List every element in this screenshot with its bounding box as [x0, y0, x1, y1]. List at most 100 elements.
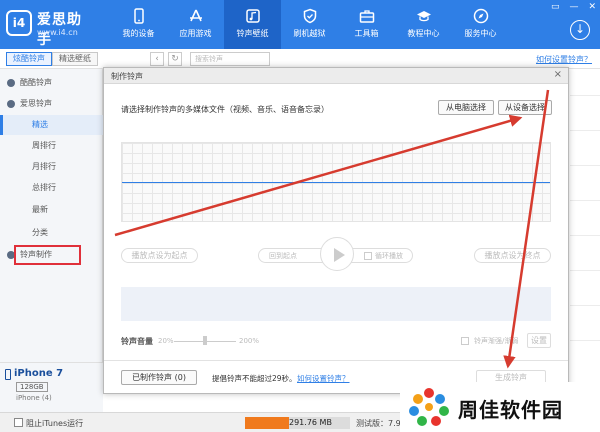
nav-label: 铃声壁纸 — [236, 29, 269, 38]
nav-tutorials[interactable]: 教程中心 — [395, 0, 452, 49]
sidebar-item-label: 月排行 — [32, 162, 56, 171]
sidebar-item-cool-ringtones[interactable]: 酷酷铃声 — [0, 73, 103, 93]
bell-icon — [7, 79, 15, 87]
dialog-titlebar: 制作铃声 × — [104, 68, 568, 84]
sidebar-item-label: 总排行 — [32, 183, 56, 192]
set-start-button[interactable]: 播放点设为起点 — [121, 248, 198, 263]
storage-bar: 291.76 MB — [245, 417, 350, 429]
volume-label: 铃声音量 — [121, 337, 153, 346]
duration-hint: 提倡铃声不能超过29秒。 — [212, 374, 297, 383]
bell-icon — [7, 100, 15, 108]
nav-toolbox[interactable]: 工具箱 — [338, 0, 395, 49]
dialog-prompt: 请选择制作铃声的多媒体文件（视频、音乐、语音备忘录） — [121, 105, 329, 114]
loop-checkbox[interactable] — [364, 252, 372, 260]
sidebar-item-label: 酷酷铃声 — [20, 78, 52, 87]
window-controls: ▭ — ✕ — [551, 2, 596, 12]
made-ringtones-button[interactable]: 已制作铃声 (0) — [121, 370, 197, 385]
toolbox-icon — [359, 10, 374, 23]
app-logo: i4 爱思助手 www.i4.cn — [6, 7, 96, 48]
graduation-cap-icon — [416, 11, 431, 22]
list-divider — [570, 165, 600, 166]
list-divider — [570, 130, 600, 131]
search-input[interactable]: 搜索铃声 — [190, 52, 270, 66]
refresh-button[interactable]: ↻ — [168, 52, 182, 66]
list-divider — [570, 340, 600, 341]
shield-icon — [303, 8, 316, 24]
how-to-set-ringtone-link[interactable]: 如何设置铃声？ — [297, 373, 350, 384]
device-name: iPhone 7 — [14, 368, 64, 379]
nav-label: 刷机越狱 — [293, 29, 326, 38]
close-icon[interactable]: × — [554, 69, 562, 80]
watermark: 周佳软件园 — [400, 382, 600, 432]
nav-ringtones-wallpapers[interactable]: 铃声壁纸 — [224, 0, 281, 49]
fade-label: 铃声渐强/渐弱 — [474, 337, 519, 345]
volume-max: 200% — [239, 337, 260, 345]
device-capacity: 128GB — [16, 382, 48, 392]
device-subtitle: iPhone (4) — [16, 394, 52, 402]
waveform-area[interactable] — [121, 142, 551, 222]
sidebar-item-all-time[interactable]: 总排行 — [0, 178, 103, 198]
storage-text: 291.76 MB — [289, 418, 332, 427]
list-divider — [570, 235, 600, 236]
nav-label: 工具箱 — [354, 29, 379, 38]
sidebar-item-newest[interactable]: 最新 — [0, 200, 103, 220]
tab-ringtones[interactable]: 炫酷铃声 — [6, 52, 52, 66]
nav-label: 教程中心 — [407, 29, 440, 38]
list-divider — [570, 305, 600, 306]
device-panel[interactable]: iPhone 7 128GB iPhone (4) — [0, 362, 103, 412]
sidebar-item-label: 爱思铃声 — [20, 99, 52, 108]
fade-checkbox[interactable] — [461, 337, 469, 345]
watermark-text: 周佳软件园 — [458, 398, 563, 422]
download-icon[interactable]: ↓ — [570, 20, 590, 40]
nav-service[interactable]: 服务中心 — [452, 0, 509, 49]
sidebar-item-label: 精选 — [32, 120, 48, 129]
pinwheel-logo-icon — [409, 388, 449, 426]
sidebar-item-weekly[interactable]: 周排行 — [0, 136, 103, 156]
play-button[interactable] — [320, 237, 354, 271]
select-from-device-button[interactable]: 从设备选择 — [498, 100, 552, 115]
block-itunes-label: 阻止iTunes运行 — [26, 419, 84, 428]
main-nav: 我的设备 应用游戏 铃声壁纸 刷机越狱 工具箱 教程中心 服务中心 — [110, 0, 509, 49]
list-divider — [570, 200, 600, 201]
sidebar: 酷酷铃声 爱思铃声 精选 周排行 月排行 总排行 最新 分类 铃声制作 — [0, 69, 103, 412]
set-end-button[interactable]: 播放点设为终点 — [474, 248, 551, 263]
phone-icon — [5, 369, 11, 380]
compass-icon — [473, 8, 488, 24]
sidebar-item-i4-ringtones[interactable]: 爱思铃声 — [0, 94, 103, 114]
settings-button[interactable]: 设置 — [527, 333, 551, 348]
volume-slider-handle[interactable] — [203, 336, 207, 345]
ringtone-maker-highlight — [14, 245, 81, 265]
back-button[interactable]: ‹ — [150, 52, 164, 66]
app-url: www.i4.cn — [37, 28, 78, 37]
waveform-baseline — [122, 182, 550, 183]
nav-my-device[interactable]: 我的设备 — [110, 0, 167, 49]
minimize-icon[interactable]: — — [569, 2, 578, 12]
sidebar-item-monthly[interactable]: 月排行 — [0, 157, 103, 177]
nav-label: 我的设备 — [122, 29, 155, 38]
volume-min: 20% — [158, 337, 174, 345]
sub-toolbar: 炫酷铃声 精选壁纸 ‹ ↻ 搜索铃声 如何设置铃声？ — [0, 49, 600, 69]
logo-badge: i4 — [6, 10, 32, 36]
close-icon[interactable]: ✕ — [588, 2, 596, 12]
select-from-pc-button[interactable]: 从电脑选择 — [438, 100, 494, 115]
phone-icon — [133, 8, 144, 24]
timeline-area[interactable] — [121, 287, 551, 321]
storage-fill — [245, 417, 290, 429]
sidebar-item-label: 周排行 — [32, 141, 56, 150]
back-to-start-button[interactable]: 回到起点 — [269, 251, 297, 261]
block-itunes-checkbox[interactable] — [14, 418, 23, 427]
how-to-set-ringtone-link[interactable]: 如何设置铃声？ — [536, 54, 592, 65]
loop-play-label: 循环播放 — [375, 252, 403, 260]
nav-label: 服务中心 — [464, 29, 497, 38]
make-ringtone-dialog: 制作铃声 × 请选择制作铃声的多媒体文件（视频、音乐、语音备忘录） 从电脑选择 … — [103, 67, 569, 394]
dialog-title: 制作铃声 — [111, 72, 143, 81]
sidebar-item-categories[interactable]: 分类 — [0, 223, 103, 243]
top-bar: i4 爱思助手 www.i4.cn 我的设备 应用游戏 铃声壁纸 刷机越狱 工具… — [0, 0, 600, 49]
list-divider — [570, 270, 600, 271]
nav-apps-games[interactable]: 应用游戏 — [167, 0, 224, 49]
restore-icon[interactable]: ▭ — [551, 2, 560, 12]
nav-flash-jailbreak[interactable]: 刷机越狱 — [281, 0, 338, 49]
tab-wallpapers[interactable]: 精选壁纸 — [52, 52, 98, 66]
sidebar-item-featured[interactable]: 精选 — [0, 115, 103, 135]
music-icon — [245, 9, 260, 23]
